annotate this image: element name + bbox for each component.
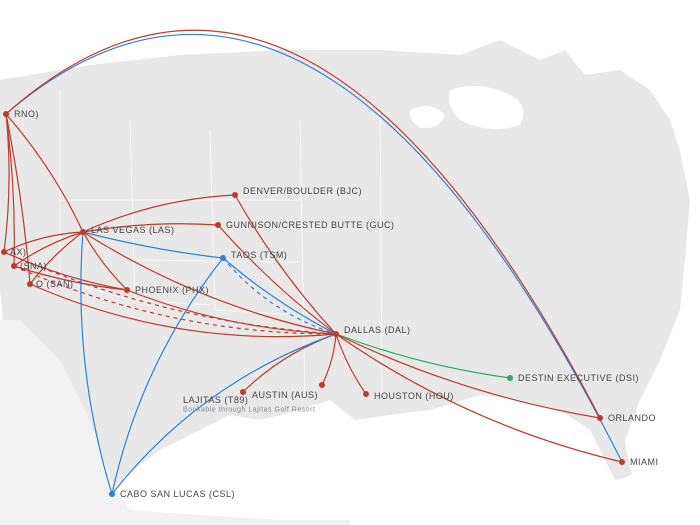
city-dot-hou [363, 391, 369, 397]
city-dot-guc [215, 222, 221, 228]
city-dot-bjc [232, 192, 238, 198]
city-label-dal: DALLAS (DAL) [344, 325, 411, 335]
city-dot-phx [124, 287, 130, 293]
city-label-csl: CABO SAN LUCAS (CSL) [120, 489, 235, 499]
city-label-mco: ORLANDO [608, 413, 656, 423]
city-label-bjc: DENVER/BOULDER (BJC) [243, 186, 362, 196]
city-label-san: O (SAN) [36, 279, 74, 289]
city-label-hou: HOUSTON (HOU) [374, 391, 454, 401]
city-dot-rno [3, 111, 9, 117]
city-dot-mia [619, 459, 625, 465]
city-label-rno: RNO) [14, 109, 39, 119]
city-label-sna: (SNA) [20, 261, 47, 271]
city-label-aus: AUSTIN (AUS) [252, 390, 318, 400]
city-dot-lax [1, 249, 7, 255]
city-dot-sna [11, 263, 17, 269]
city-label-mia: MIAMI [630, 457, 659, 467]
usa-outline [0, 0, 700, 525]
city-dot-dal [333, 331, 339, 337]
city-label-phx: PHOENIX (PHX) [135, 285, 209, 295]
city-label-t89: LAJITAS (T89) [183, 395, 248, 405]
route-map: RNO) AX) (SNA) O (SAN) LAS VEGAS (LAS) PHOENI… [0, 0, 700, 525]
city-dot-csl [109, 491, 115, 497]
city-dot-las [80, 229, 86, 235]
city-dot-san [27, 281, 33, 287]
city-dot-tsm [220, 255, 226, 261]
city-label-tsm: TAOS (TSM) [231, 250, 287, 260]
city-label-dsi: DESTIN EXECUTIVE (DSI) [518, 373, 639, 383]
city-sublabel-t89: Bookable through Lajitas Golf Resort [183, 407, 315, 414]
city-label-lax: AX) [10, 247, 27, 257]
city-dot-dsi [507, 375, 513, 381]
city-dot-aus [319, 382, 325, 388]
city-label-las: LAS VEGAS (LAS) [91, 225, 175, 235]
city-label-guc: GUNNISON/CRESTED BUTTE (GUC) [226, 220, 395, 230]
city-dot-mco [597, 415, 603, 421]
